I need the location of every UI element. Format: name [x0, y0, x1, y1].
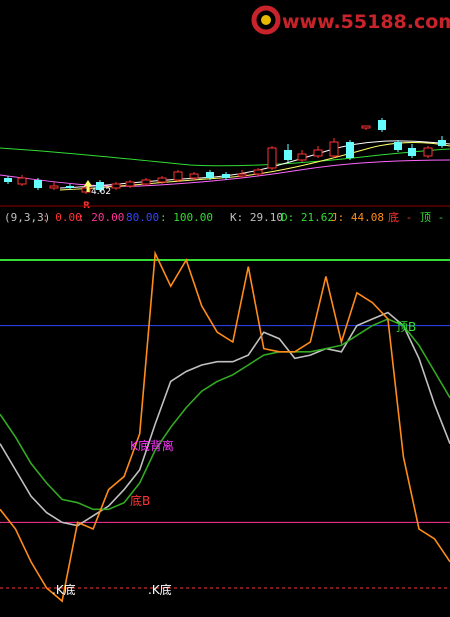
- candle-body: [111, 183, 121, 189]
- candle-body: [34, 180, 42, 188]
- candle-body: [157, 177, 167, 183]
- d-value: D: 21.62: [281, 211, 334, 224]
- candle-body: [141, 179, 151, 185]
- candle-body: [361, 125, 371, 129]
- watermark: www.55188.com: [251, 5, 450, 35]
- stock-chart: www.55188.com 4.62 R (9,3,3) : 0.00 : 20…: [0, 5, 450, 603]
- reference-lines: [0, 259, 450, 589]
- watermark-text: www.55188.com: [282, 11, 450, 33]
- price-panel: 4.62 R: [0, 118, 450, 211]
- candle-body: [297, 153, 307, 161]
- kdj-panel: K底背离 底B 顶B .K底 .K底: [0, 250, 450, 603]
- price-label: 4.62: [91, 187, 111, 197]
- k-value: K: 29.10: [230, 211, 283, 224]
- level-80: 80.00: [126, 211, 159, 224]
- kdj-series: [0, 250, 450, 603]
- bottom-b-label: 底B: [130, 493, 150, 508]
- candle-body: [17, 177, 27, 185]
- candle-body: [394, 142, 402, 150]
- level-0: : 0.00: [42, 211, 82, 224]
- candle-body: [253, 169, 263, 175]
- top-b-label: 顶B: [396, 320, 416, 334]
- level-100: : 100.00: [160, 211, 213, 224]
- series-j-line: [0, 250, 450, 603]
- candle-body: [408, 148, 416, 156]
- candle-body: [313, 149, 323, 157]
- k-divergence-label: K底背离: [130, 438, 174, 453]
- series-d-line: [0, 318, 450, 511]
- j-value: J: 44.08: [331, 211, 384, 224]
- ma-line-magenta: [0, 159, 450, 187]
- up-arrow-icon: [84, 180, 92, 186]
- candle-body: [49, 185, 59, 189]
- k-bottom-label-1: .K底: [52, 582, 76, 597]
- candlesticks: [4, 118, 446, 194]
- candle-body: [125, 181, 135, 187]
- ma-line-white: [59, 140, 450, 189]
- candle-body: [329, 141, 339, 157]
- candle-body: [66, 186, 74, 188]
- candle-body: [173, 171, 183, 181]
- candle-body: [378, 120, 386, 130]
- level-20: : 20.00: [78, 211, 124, 224]
- candle-body: [189, 173, 199, 179]
- kdj-header: (9,3,3) : 0.00 : 20.00 80.00 : 100.00 K:…: [4, 210, 444, 224]
- candle-body: [4, 178, 12, 182]
- ma-line-yellow: [59, 142, 450, 191]
- candle-body: [237, 173, 247, 177]
- candle-body: [346, 142, 354, 158]
- ma-line-green: [0, 147, 450, 167]
- k-bottom-label-2: .K底: [148, 582, 172, 597]
- candle-body: [438, 140, 446, 146]
- candle-body: [206, 172, 214, 178]
- candle-body: [267, 147, 277, 169]
- candle-body: [284, 150, 292, 160]
- bottom-label: 底 -: [388, 210, 412, 224]
- series-k-line: [0, 311, 450, 527]
- top-label: 顶 -: [420, 211, 444, 224]
- candle-body: [423, 147, 433, 157]
- candle-body: [222, 174, 230, 178]
